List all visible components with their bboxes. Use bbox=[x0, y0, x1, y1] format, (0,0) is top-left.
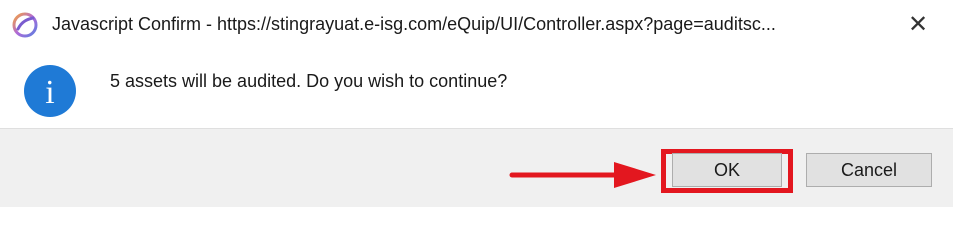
window-title: Javascript Confirm - https://stingrayuat… bbox=[52, 14, 776, 34]
close-button[interactable]: ✕ bbox=[896, 4, 940, 44]
arrow-annotation-icon bbox=[509, 162, 656, 188]
info-icon: i bbox=[24, 65, 76, 117]
button-bar: OK Cancel bbox=[0, 128, 953, 207]
ok-button[interactable]: OK bbox=[672, 153, 782, 187]
close-icon: ✕ bbox=[907, 10, 929, 38]
cancel-button[interactable]: Cancel bbox=[806, 153, 932, 187]
browser-swirl-icon bbox=[12, 12, 38, 38]
javascript-confirm-dialog: Javascript Confirm - https://stingrayuat… bbox=[0, 0, 953, 207]
info-glyph: i bbox=[45, 74, 54, 111]
title-bar[interactable]: Javascript Confirm - https://stingrayuat… bbox=[0, 0, 953, 55]
dialog-content: i 5 assets will be audited. Do you wish … bbox=[0, 55, 953, 128]
confirm-message: 5 assets will be audited. Do you wish to… bbox=[110, 71, 508, 91]
